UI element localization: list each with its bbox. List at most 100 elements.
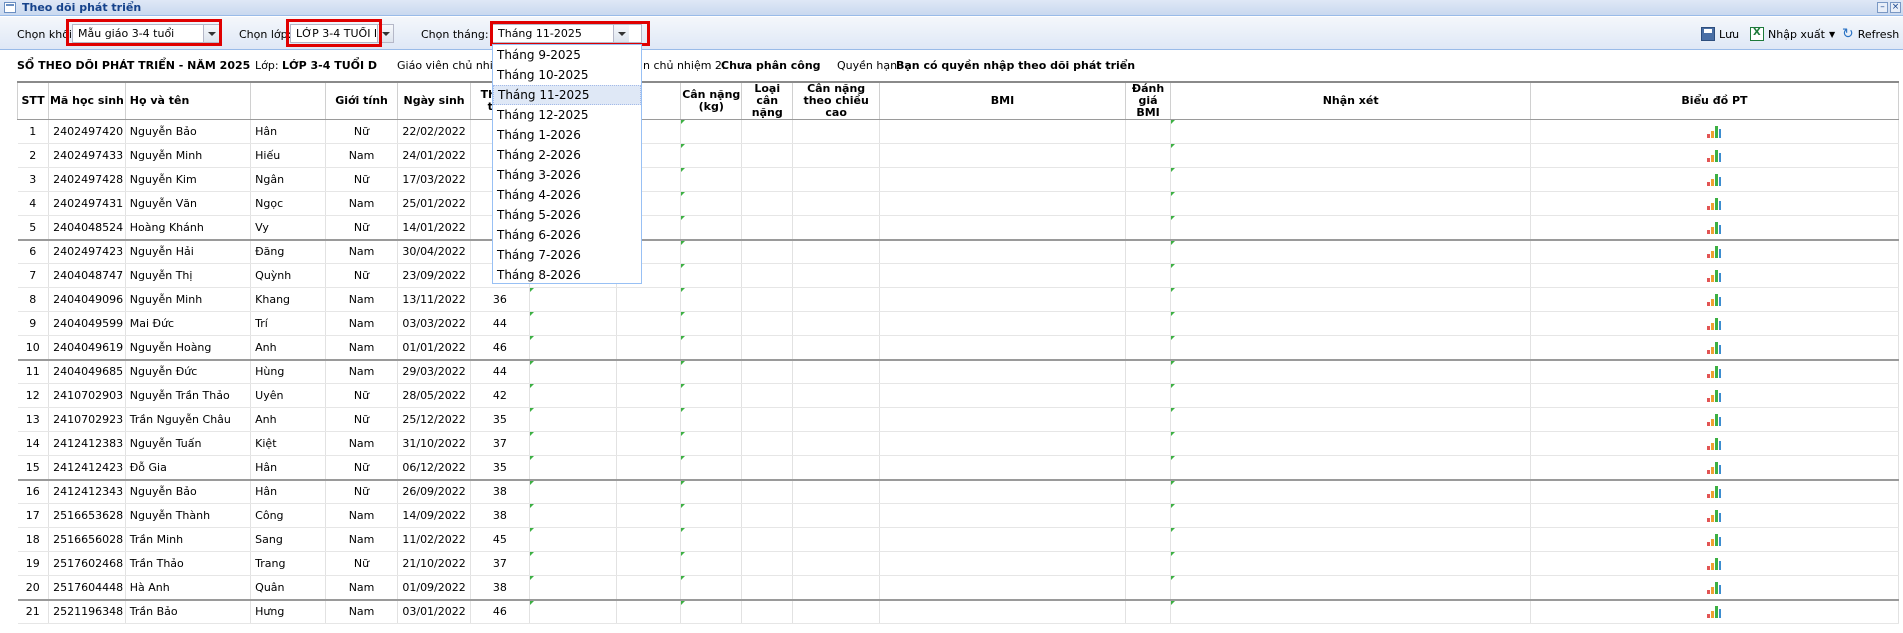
cell-chieu-cao[interactable] [529, 359, 617, 384]
cell-bieu-do[interactable] [1530, 311, 1900, 336]
cell-chieu-cao[interactable] [529, 311, 617, 336]
cell-danh-gia-bmi[interactable] [1125, 503, 1172, 528]
cell-bmi[interactable] [879, 407, 1126, 432]
cell-nhan-xet[interactable] [1170, 359, 1531, 384]
table-row[interactable]: 21 2521196348 Trần Bảo Hưng Nam 03/01/2022 46 [17, 599, 1900, 624]
cell-chieu-cao[interactable] [529, 407, 617, 432]
cell-bmi[interactable] [879, 143, 1126, 168]
cell-bieu-do[interactable] [1530, 383, 1900, 408]
growth-chart-icon[interactable] [1707, 581, 1722, 594]
cell-can-nang[interactable] [680, 119, 743, 144]
cell-danh-gia-bmi[interactable] [1125, 335, 1172, 361]
cell-loai-can-nang[interactable] [741, 143, 794, 168]
month-option[interactable]: Tháng 8-2026 [493, 265, 641, 285]
growth-chart-icon[interactable] [1707, 534, 1722, 546]
cell-danh-gia-bmi[interactable] [1125, 215, 1172, 241]
growth-chart-icon[interactable] [1707, 438, 1722, 450]
col-gioi-tinh[interactable]: Giới tính [324, 81, 399, 120]
col-loai-can-nang[interactable]: Loại cân nặng [741, 81, 794, 120]
month-option[interactable]: Tháng 2-2026 [493, 145, 641, 165]
cell-chieu-cao[interactable] [529, 599, 617, 624]
cell-cn-theo-cc[interactable] [792, 575, 881, 601]
cell-loai-can-nang[interactable] [741, 527, 794, 552]
col-ho-ten[interactable]: Họ và tên [124, 81, 252, 120]
cell-loai-can-nang[interactable] [741, 239, 794, 264]
table-row[interactable]: 20 2517604448 Hà Anh Quân Nam 01/09/2022 38 [17, 575, 1900, 601]
cell-loai-chieu-cao[interactable] [616, 599, 682, 624]
cell-loai-chieu-cao[interactable] [616, 575, 682, 601]
cell-can-nang[interactable] [680, 527, 743, 552]
cell-can-nang[interactable] [680, 215, 743, 241]
cell-bmi[interactable] [879, 215, 1126, 241]
table-row[interactable]: 9 2404049599 Mai Đức Trí Nam 03/03/2022 44 [17, 311, 1900, 336]
cell-bmi[interactable] [879, 479, 1126, 504]
cell-loai-can-nang[interactable] [741, 575, 794, 601]
cell-loai-can-nang[interactable] [741, 599, 794, 624]
cell-bmi[interactable] [879, 311, 1126, 336]
save-button[interactable]: Lưu [1701, 26, 1739, 42]
cell-bieu-do[interactable] [1530, 215, 1900, 241]
cell-nhan-xet[interactable] [1170, 431, 1531, 456]
cell-bieu-do[interactable] [1530, 599, 1900, 624]
cell-can-nang[interactable] [680, 335, 743, 361]
growth-chart-icon[interactable] [1707, 390, 1722, 402]
cell-bieu-do[interactable] [1530, 479, 1900, 504]
cell-chieu-cao[interactable] [529, 551, 617, 576]
cell-nhan-xet[interactable] [1170, 191, 1531, 216]
cell-nhan-xet[interactable] [1170, 527, 1531, 552]
cell-bmi[interactable] [879, 119, 1126, 144]
cell-can-nang[interactable] [680, 143, 743, 168]
cell-can-nang[interactable] [680, 311, 743, 336]
cell-cn-theo-cc[interactable] [792, 359, 881, 384]
cell-can-nang[interactable] [680, 479, 743, 504]
cell-bieu-do[interactable] [1530, 239, 1900, 264]
cell-danh-gia-bmi[interactable] [1125, 551, 1172, 576]
cell-danh-gia-bmi[interactable] [1125, 599, 1172, 624]
col-cn-theo-cc[interactable]: Cân nặng theo chiều cao [792, 81, 881, 120]
col-ma-hoc-sinh[interactable]: Mã học sinh [48, 81, 126, 120]
table-row[interactable]: 10 2404049619 Nguyễn Hoàng Anh Nam 01/01/2022… [17, 335, 1900, 361]
cell-nhan-xet[interactable] [1170, 287, 1531, 312]
cell-cn-theo-cc[interactable] [792, 119, 881, 144]
cell-can-nang[interactable] [680, 167, 743, 192]
growth-chart-icon[interactable] [1707, 294, 1722, 306]
refresh-button[interactable]: ↻ Refresh [1842, 26, 1899, 42]
cell-can-nang[interactable] [680, 575, 743, 601]
cell-cn-theo-cc[interactable] [792, 215, 881, 241]
cell-bieu-do[interactable] [1530, 431, 1900, 456]
cell-nhan-xet[interactable] [1170, 311, 1531, 336]
growth-chart-icon[interactable] [1707, 366, 1722, 379]
cell-bmi[interactable] [879, 527, 1126, 552]
cell-loai-can-nang[interactable] [741, 503, 794, 528]
cell-bieu-do[interactable] [1530, 167, 1900, 192]
cell-bieu-do[interactable] [1530, 407, 1900, 432]
growth-chart-icon[interactable] [1707, 174, 1722, 186]
cell-cn-theo-cc[interactable] [792, 383, 881, 408]
cell-can-nang[interactable] [680, 431, 743, 456]
table-row[interactable]: 18 2516656028 Trần Minh Sang Nam 11/02/2022 45 [17, 527, 1900, 552]
cell-bmi[interactable] [879, 335, 1126, 361]
cell-bmi[interactable] [879, 455, 1126, 481]
cell-loai-chieu-cao[interactable] [616, 359, 682, 384]
cell-danh-gia-bmi[interactable] [1125, 311, 1172, 336]
cell-bieu-do[interactable] [1530, 143, 1900, 168]
cell-bmi[interactable] [879, 599, 1126, 624]
month-option[interactable]: Tháng 5-2026 [493, 205, 641, 225]
cell-danh-gia-bmi[interactable] [1125, 287, 1172, 312]
cell-can-nang[interactable] [680, 239, 743, 264]
table-row[interactable]: 12402497420Nguyễn BảoHânNữ22/02/202245 [17, 119, 1900, 144]
cell-danh-gia-bmi[interactable] [1125, 479, 1172, 504]
cell-bmi[interactable] [879, 551, 1126, 576]
growth-chart-icon[interactable] [1707, 558, 1722, 570]
cell-bmi[interactable] [879, 575, 1126, 601]
cell-danh-gia-bmi[interactable] [1125, 191, 1172, 216]
cell-loai-chieu-cao[interactable] [616, 551, 682, 576]
cell-loai-can-nang[interactable] [741, 287, 794, 312]
col-can-nang[interactable]: Cân nặng (kg) [680, 81, 743, 120]
col-bmi[interactable]: BMI [879, 81, 1126, 120]
month-option[interactable]: Tháng 11-2025 [493, 85, 641, 105]
cell-bieu-do[interactable] [1530, 527, 1900, 552]
growth-chart-icon[interactable] [1707, 246, 1722, 259]
cell-cn-theo-cc[interactable] [792, 455, 881, 481]
cell-chieu-cao[interactable] [529, 383, 617, 408]
